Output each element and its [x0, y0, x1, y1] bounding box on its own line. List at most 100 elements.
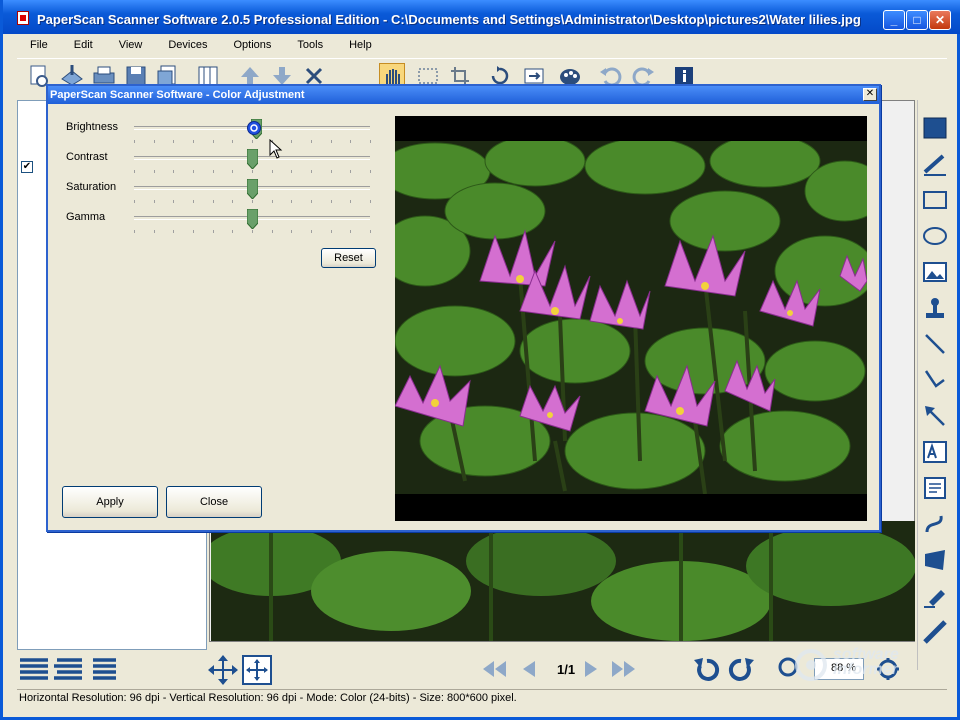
ruler-icon[interactable]	[921, 618, 949, 646]
brightness-focus-indicator	[247, 121, 261, 135]
highlighter-icon[interactable]	[921, 582, 949, 610]
last-page-icon[interactable]	[609, 654, 639, 684]
slider-tick	[232, 200, 233, 203]
slider-tick	[331, 200, 332, 203]
annotation-toolbar	[917, 100, 951, 670]
polyline-icon[interactable]	[921, 366, 949, 394]
saturation-slider-thumb[interactable]	[246, 179, 258, 199]
dialog-title: PaperScan Scanner Software - Color Adjus…	[50, 89, 305, 101]
slider-tick	[370, 230, 371, 233]
slider-tick	[311, 140, 312, 143]
slider-tick	[350, 170, 351, 173]
saturation-label: Saturation	[66, 181, 117, 193]
slider-tick	[272, 170, 273, 173]
gamma-label: Gamma	[66, 211, 106, 223]
view-thumbs-icon[interactable]	[89, 654, 119, 684]
slider-tick	[213, 170, 214, 173]
color-adjustment-dialog: PaperScan Scanner Software - Color Adjus…	[46, 84, 881, 532]
rect-icon[interactable]	[921, 186, 949, 214]
menu-devices[interactable]: Devices	[155, 36, 220, 56]
menu-help[interactable]: Help	[336, 36, 385, 56]
view-list-icon[interactable]	[19, 654, 49, 684]
arrow-icon[interactable]	[921, 402, 949, 430]
canvas-photo	[211, 521, 915, 641]
slider-tick	[291, 200, 292, 203]
slider-tick	[311, 230, 312, 233]
ellipse-icon[interactable]	[921, 222, 949, 250]
minimize-button[interactable]: _	[883, 10, 905, 30]
slider-tick	[350, 230, 351, 233]
stamp-icon[interactable]	[921, 294, 949, 322]
filled-rect-icon[interactable]	[921, 114, 949, 142]
slider-tick	[370, 200, 371, 203]
slider-tick	[193, 170, 194, 173]
prev-page-icon[interactable]	[517, 654, 541, 684]
slider-tick	[272, 230, 273, 233]
slider-tick	[350, 140, 351, 143]
menu-options[interactable]: Options	[220, 36, 284, 56]
slider-tick	[193, 200, 194, 203]
slider-tick	[331, 140, 332, 143]
dialog-title-bar[interactable]: PaperScan Scanner Software - Color Adjus…	[48, 86, 879, 104]
menu-tools[interactable]: Tools	[284, 36, 336, 56]
slider-tick	[154, 140, 155, 143]
text-icon[interactable]	[921, 438, 949, 466]
menu-edit[interactable]: Edit	[61, 36, 106, 56]
slider-tick	[154, 230, 155, 233]
rotate-right-icon[interactable]	[725, 654, 757, 686]
slider-tick	[252, 140, 253, 143]
slider-tick	[193, 140, 194, 143]
first-page-icon[interactable]	[479, 654, 509, 684]
slider-tick	[173, 170, 174, 173]
app-icon	[17, 11, 29, 25]
title-bar[interactable]: PaperScan Scanner Software 2.0.5 Profess…	[3, 0, 960, 34]
slider-tick	[154, 170, 155, 173]
slider-tick	[291, 170, 292, 173]
slider-tick	[252, 170, 253, 173]
view-details-icon[interactable]	[53, 654, 83, 684]
dialog-close-button[interactable]: ✕	[863, 88, 877, 101]
slider-tick	[252, 230, 253, 233]
watermark-line2: informer	[833, 661, 898, 678]
menu-bar: File Edit View Devices Options Tools Hel…	[17, 36, 385, 56]
slider-tick	[232, 230, 233, 233]
pen-icon[interactable]	[921, 150, 949, 178]
slider-tick	[331, 230, 332, 233]
next-page-icon[interactable]	[579, 654, 603, 684]
slider-tick	[232, 140, 233, 143]
image-icon[interactable]	[921, 258, 949, 286]
polygon-icon[interactable]	[921, 546, 949, 574]
slider-tick	[370, 140, 371, 143]
rotate-left-icon[interactable]	[691, 654, 723, 686]
close-button[interactable]: ✕	[929, 10, 951, 30]
line-icon[interactable]	[921, 330, 949, 358]
slider-tick	[272, 200, 273, 203]
brightness-ticks	[134, 140, 371, 144]
menu-file[interactable]: File	[17, 36, 61, 56]
slider-tick	[291, 140, 292, 143]
slider-tick	[291, 230, 292, 233]
slider-tick	[232, 170, 233, 173]
dialog-close-text-button[interactable]: Close	[166, 486, 262, 518]
note-icon[interactable]	[921, 474, 949, 502]
maximize-button[interactable]: □	[906, 10, 928, 30]
gamma-slider-thumb[interactable]	[246, 209, 258, 229]
slider-tick	[134, 200, 135, 203]
status-bar: Horizontal Resolution: 96 dpi - Vertical…	[17, 689, 947, 707]
contrast-slider-thumb[interactable]	[246, 149, 258, 169]
window-title: PaperScan Scanner Software 2.0.5 Profess…	[37, 12, 861, 27]
slider-tick	[134, 230, 135, 233]
fit-page-icon[interactable]	[241, 654, 273, 686]
freehand-icon[interactable]	[921, 510, 949, 538]
mouse-cursor-icon	[269, 139, 283, 159]
slider-tick	[173, 200, 174, 203]
apply-button[interactable]: Apply	[62, 486, 158, 518]
slider-tick	[213, 140, 214, 143]
slider-tick	[134, 140, 135, 143]
menu-view[interactable]: View	[106, 36, 156, 56]
thumbnail-checkbox[interactable]: ✔	[21, 161, 33, 173]
slider-tick	[370, 170, 371, 173]
reset-button[interactable]: Reset	[321, 248, 376, 268]
move-mode-icon[interactable]	[207, 654, 239, 686]
brightness-label: Brightness	[66, 121, 118, 133]
